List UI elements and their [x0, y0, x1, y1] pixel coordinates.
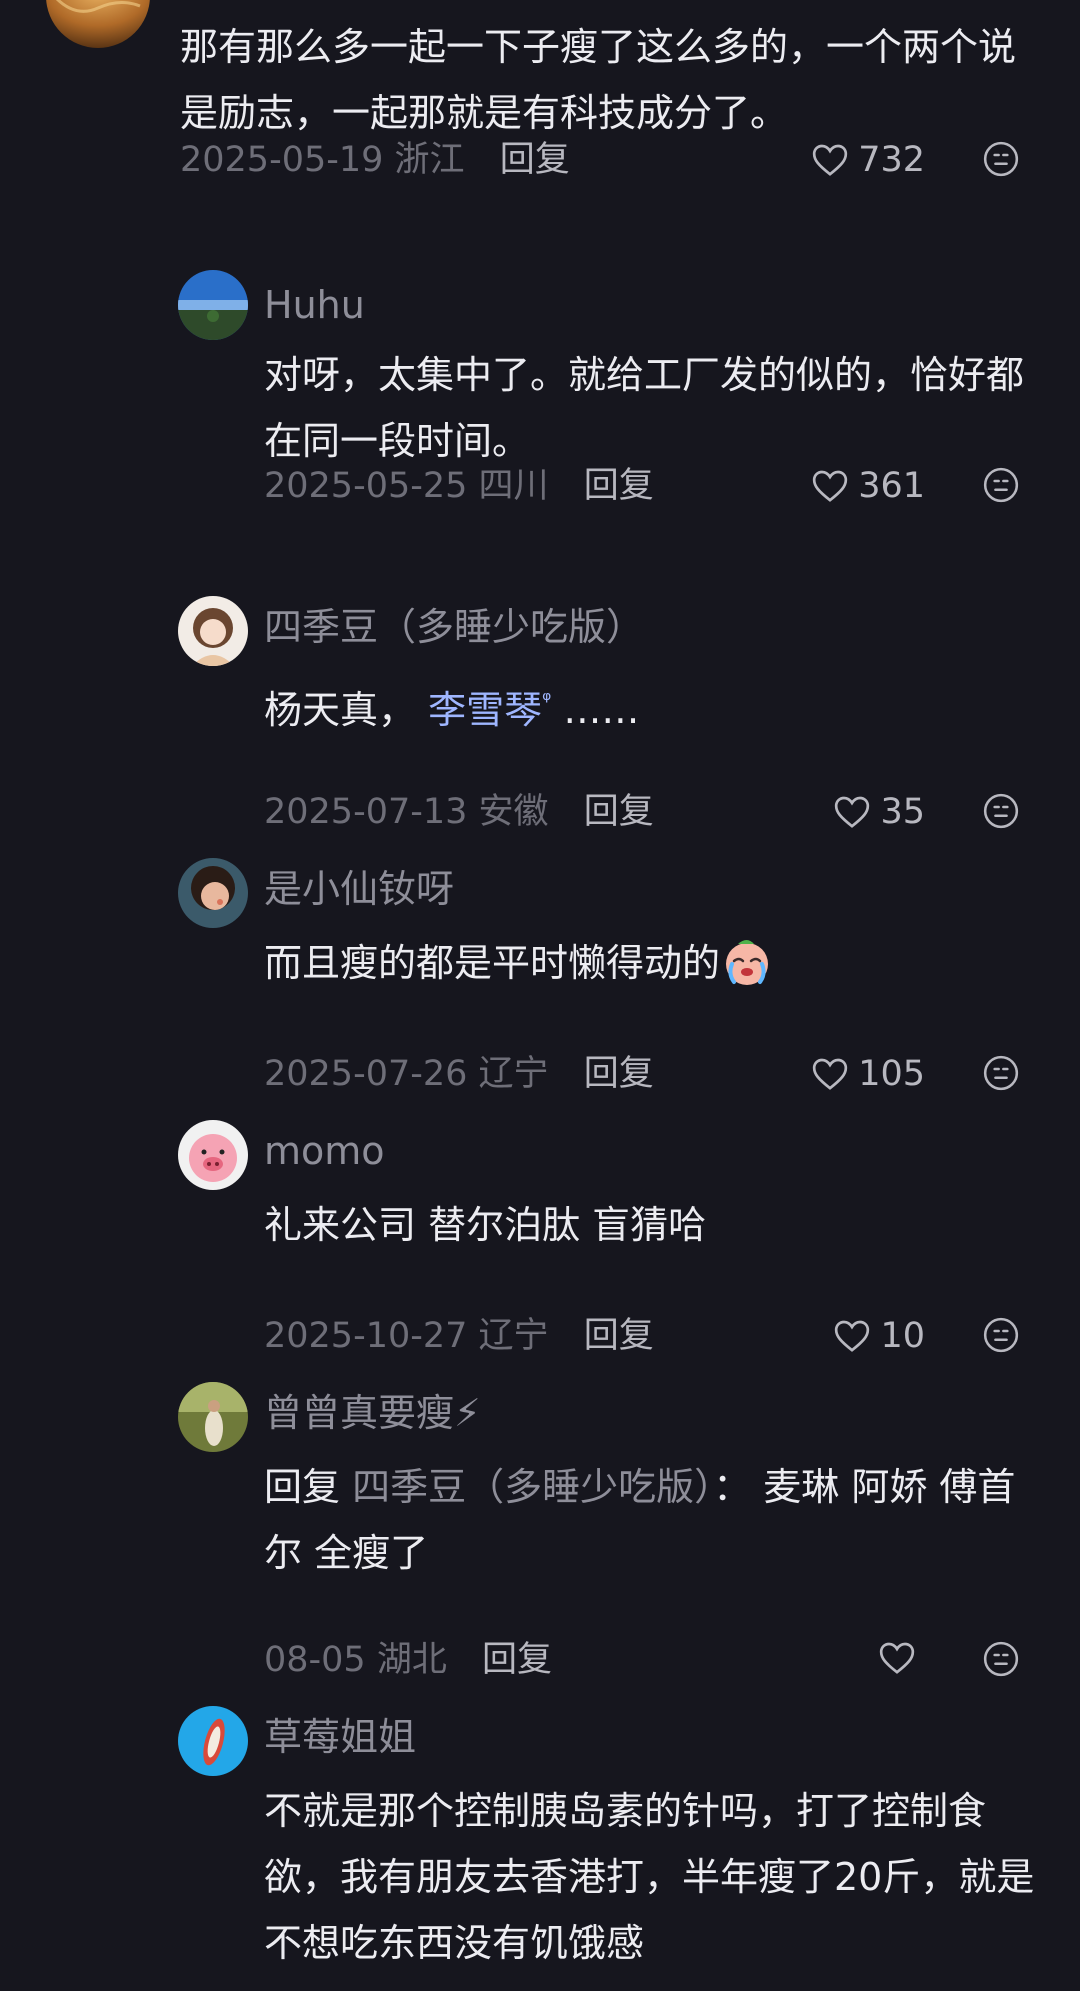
comment-meta: 2025-05-25 四川 回复 — [264, 464, 654, 508]
reply-button[interactable]: 回复 — [584, 466, 654, 506]
comment-date: 2025-05-19 — [180, 140, 384, 180]
comment-location: 四川 — [478, 466, 549, 506]
avatar[interactable] — [178, 596, 248, 666]
dislike-button[interactable] — [982, 140, 1020, 178]
neutral-face-icon — [983, 793, 1019, 829]
comment-date: 2025-07-13 — [264, 792, 468, 832]
avatar[interactable] — [178, 1382, 248, 1452]
comment-meta: 08-05 湖北 回复 — [264, 1638, 552, 1682]
reply-button[interactable]: 回复 — [482, 1640, 552, 1680]
dislike-button[interactable] — [982, 1054, 1020, 1092]
heart-outline-icon — [835, 1320, 870, 1352]
reply-prefix: 回复 — [264, 1465, 341, 1509]
like-count: 361 — [858, 466, 925, 506]
avatar[interactable] — [178, 270, 248, 340]
heart-outline-icon — [813, 1058, 848, 1090]
comment-meta: 2025-10-27 辽宁 回复 — [264, 1314, 654, 1358]
avatar[interactable] — [178, 858, 248, 928]
like-button[interactable]: 361 — [810, 464, 925, 508]
comment-text: 礼来公司 替尔泊肽 盲猜哈 — [264, 1203, 707, 1247]
username[interactable]: 是小仙钕呀 — [264, 866, 454, 912]
heart-outline-icon — [835, 796, 870, 828]
avatar[interactable] — [178, 1706, 248, 1776]
heart-outline-icon — [879, 1642, 915, 1674]
reply-colon: ： — [713, 1465, 752, 1509]
neutral-face-icon — [983, 1055, 1019, 1091]
dislike-button[interactable] — [982, 1640, 1020, 1678]
heart-outline-icon — [813, 144, 848, 176]
like-count: 732 — [858, 140, 925, 180]
dislike-button[interactable] — [982, 792, 1020, 830]
neutral-face-icon — [983, 467, 1019, 503]
like-button[interactable] — [877, 1638, 925, 1678]
search-link[interactable]: 李雪琴ᵠ — [428, 688, 551, 732]
like-button[interactable]: 105 — [810, 1052, 925, 1096]
comment-date: 2025-10-27 — [264, 1316, 468, 1356]
comment-location: 辽宁 — [478, 1054, 549, 1094]
comment-text-part: …… — [563, 688, 640, 732]
comment-date: 2025-07-26 — [264, 1054, 468, 1094]
username[interactable]: momo — [264, 1128, 385, 1174]
like-count: 10 — [880, 1316, 925, 1356]
reply-button[interactable]: 回复 — [584, 1316, 654, 1356]
reply-button[interactable]: 回复 — [584, 792, 654, 832]
username[interactable]: Huhu — [264, 282, 365, 328]
like-count: 105 — [858, 1054, 925, 1094]
comment-text: 对呀，太集中了。就给工厂发的似的，恰好都在同一段时间。 — [264, 353, 1025, 463]
crying-face-emoji-icon — [720, 934, 774, 988]
reply-target-username[interactable]: 四季豆（多睡少吃版） — [352, 1465, 713, 1509]
comment-meta: 2025-07-26 辽宁 回复 — [264, 1052, 654, 1096]
comment-text: 杨天真， 李雪琴ᵠ …… — [264, 668, 1044, 743]
heart-outline-icon — [813, 470, 848, 502]
search-icon: ᵠ — [542, 688, 552, 713]
dislike-button[interactable] — [982, 466, 1020, 504]
dislike-button[interactable] — [982, 1316, 1020, 1354]
comment-date: 2025-05-25 — [264, 466, 468, 506]
neutral-face-icon — [983, 141, 1019, 177]
comment-meta: 2025-07-13 安徽 回复 — [264, 790, 654, 834]
comment-text: 不就是那个控制胰岛素的针吗，打了控制食欲，我有朋友去香港打，半年瘦了20斤，就是… — [264, 1789, 1035, 1965]
like-button[interactable]: 10 — [832, 1314, 925, 1358]
comment-text-part: 而且瘦的都是平时懒得动的 — [264, 941, 721, 985]
search-link-label: 李雪琴 — [428, 688, 543, 732]
neutral-face-icon — [983, 1317, 1019, 1353]
comment-text: 那有那么多一起一下子瘦了这么多的，一个两个说是励志，一起那就是有科技成分了。 — [180, 25, 1017, 135]
like-count: 35 — [880, 792, 925, 832]
reply-button[interactable]: 回复 — [584, 1054, 654, 1094]
reply-button[interactable]: 回复 — [500, 140, 570, 180]
comment-location: 安徽 — [478, 792, 549, 832]
comment-date: 08-05 — [264, 1640, 366, 1680]
username[interactable]: 四季豆（多睡少吃版） — [264, 604, 644, 650]
comment-text: 而且瘦的都是平时懒得动的 — [264, 930, 1044, 996]
username[interactable]: 草莓姐姐 — [264, 1714, 416, 1760]
comment-location: 湖北 — [376, 1640, 447, 1680]
avatar[interactable] — [46, 0, 150, 48]
username[interactable]: 曾曾真要瘦⚡ — [264, 1390, 481, 1436]
like-button[interactable]: 35 — [832, 790, 925, 834]
comment-text-part: 杨天真， — [264, 688, 417, 732]
comment-text: 回复 四季豆（多睡少吃版）： 麦琳 阿娇 傅首尔 全瘦了 — [264, 1454, 1044, 1586]
comment-meta: 2025-05-19 浙江 回复 — [180, 138, 570, 182]
like-button[interactable]: 732 — [810, 138, 925, 182]
neutral-face-icon — [983, 1641, 1019, 1677]
avatar[interactable] — [178, 1120, 248, 1190]
comment-location: 浙江 — [394, 140, 465, 180]
comment-location: 辽宁 — [478, 1316, 549, 1356]
